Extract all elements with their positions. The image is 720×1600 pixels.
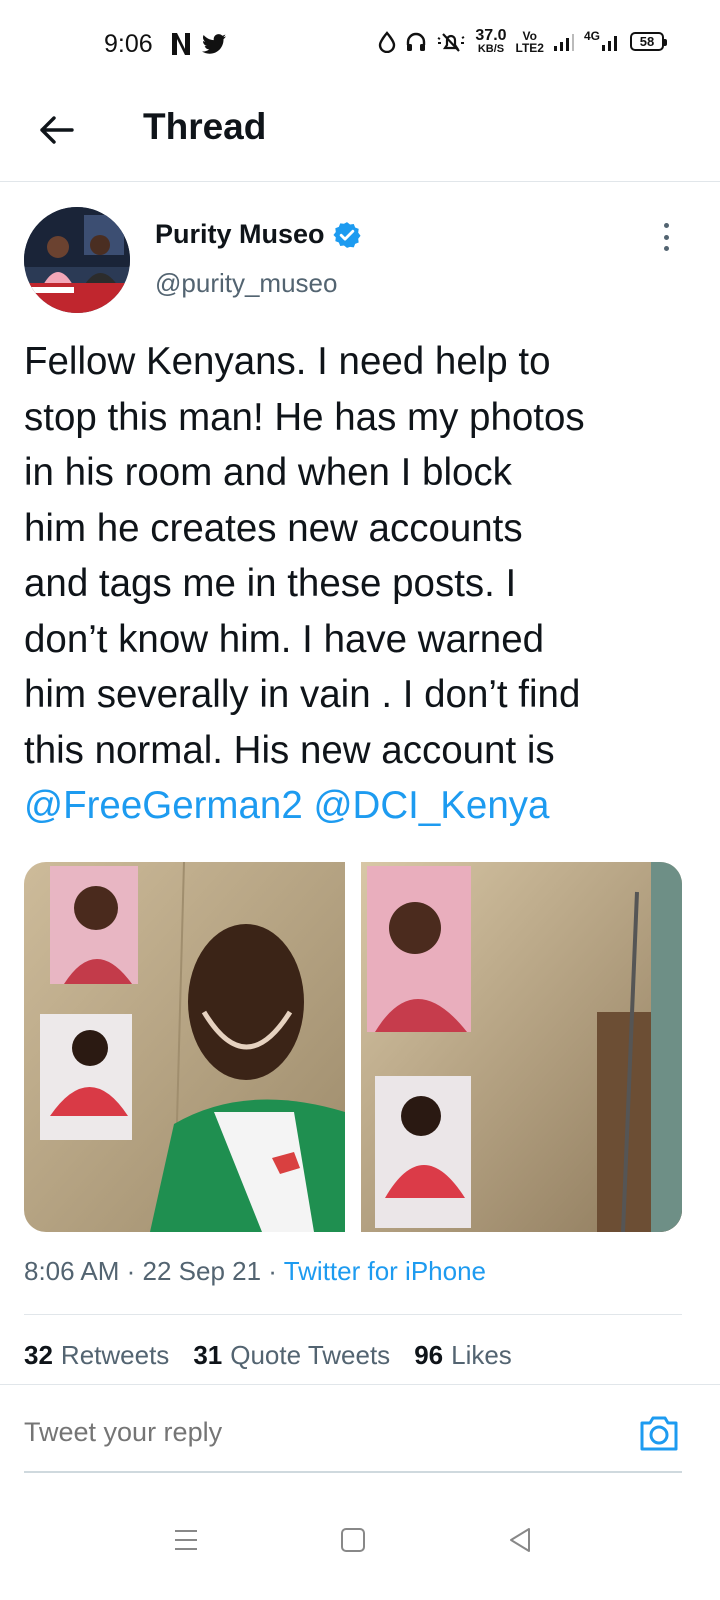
tweet-meta: 8:06 AM · 22 Sep 21 · Twitter for iPhone: [24, 1256, 486, 1287]
retweets-stat[interactable]: 32 Retweets: [24, 1340, 169, 1371]
mention-link[interactable]: @DCI_Kenya: [313, 784, 549, 827]
tweet-text-line: him he creates new accounts: [24, 506, 523, 550]
dot-icon: [663, 223, 669, 228]
menu-icon: [175, 1530, 197, 1550]
tweet-text-line: this normal. His new account is: [24, 728, 555, 772]
tweet-mentions-line: @FreeGerman2 @DCI_Kenya: [24, 778, 704, 834]
arrow-left-icon: [40, 116, 74, 144]
nav-home-button[interactable]: [333, 1520, 373, 1560]
tweet-stats: 32 Retweets 31 Quote Tweets 96 Likes: [24, 1340, 512, 1371]
reply-underline: [24, 1471, 682, 1473]
likes-count: 96: [414, 1340, 444, 1370]
retweets-label: Retweets: [60, 1340, 170, 1370]
triangle-back-icon: [510, 1528, 530, 1552]
tweet-text-line: in his room and when I block: [24, 451, 512, 494]
speed-value: 37.0: [475, 27, 507, 44]
volte-top: Vo: [522, 28, 537, 43]
drop-icon: [379, 30, 396, 53]
retweets-count: 32: [24, 1340, 53, 1370]
volte-indicator: Vo LTE2: [516, 30, 544, 54]
tweet-timestamp: 8:06 AM · 22 Sep 21 ·: [24, 1256, 284, 1286]
quotes-count: 31: [193, 1340, 223, 1370]
nav-back-button[interactable]: [500, 1520, 540, 1560]
tweet-text-line: him severally in vain . I don’t find: [24, 673, 581, 716]
nav-menu-button[interactable]: [166, 1520, 206, 1560]
mention-link[interactable]: @FreeGerman2: [24, 784, 303, 827]
volte-bottom: LTE2: [515, 40, 544, 55]
status-notification-icons: [170, 32, 226, 56]
battery-level: 58: [639, 34, 655, 49]
camera-icon: [640, 1416, 678, 1451]
thread-header: Thread: [0, 90, 720, 182]
home-square-icon: [341, 1528, 365, 1552]
avatar[interactable]: [24, 207, 130, 313]
dot-icon: [663, 234, 669, 240]
tweet-text: Fellow Kenyans. I need help to stop this…: [24, 334, 704, 834]
quotes-label: Quote Tweets: [230, 1340, 391, 1370]
speed-unit: KB/S: [477, 43, 505, 55]
verified-badge-icon: [332, 221, 361, 248]
photo-image: [361, 862, 682, 1232]
author-name-text: Purity Museo: [155, 219, 325, 249]
status-bar: 9:06 37.0 KB/S Vo LTE2 4G 58: [0, 0, 720, 90]
reply-input[interactable]: [24, 1417, 584, 1448]
tweet-text-line: and tags me in these posts. I: [24, 562, 517, 605]
network-type: 4G: [583, 28, 600, 43]
status-system-icons: 37.0 KB/S Vo LTE2 4G 58: [378, 28, 667, 55]
camera-button[interactable]: [638, 1413, 680, 1453]
netflix-icon: [172, 33, 190, 55]
photo-image: [24, 862, 345, 1232]
reply-bar: [0, 1384, 720, 1476]
back-button[interactable]: [36, 110, 76, 150]
system-nav-bar: [0, 1490, 720, 1600]
tweet-media: [24, 862, 682, 1232]
mute-bell-icon: [437, 32, 465, 52]
signal-icon-2: [602, 35, 617, 51]
status-time: 9:06: [104, 30, 153, 58]
quote-tweets-stat[interactable]: 31 Quote Tweets: [193, 1340, 390, 1371]
media-photo-2[interactable]: [361, 862, 682, 1232]
page-title: Thread: [143, 106, 267, 147]
likes-stat[interactable]: 96 Likes: [414, 1340, 512, 1371]
headphones-icon: [407, 32, 426, 51]
more-options-button[interactable]: [654, 221, 678, 253]
avatar-image: [24, 207, 130, 313]
tweet-text-line: don’t know him. I have warned: [24, 617, 545, 661]
twitter-icon: [202, 34, 226, 54]
author-name[interactable]: Purity Museo: [155, 219, 361, 250]
likes-label: Likes: [451, 1340, 512, 1370]
signal-icon: [553, 33, 574, 51]
battery-icon: 58: [630, 32, 667, 51]
dot-icon: [663, 246, 669, 251]
divider: [24, 1314, 682, 1315]
author-handle[interactable]: @purity_museo: [155, 268, 337, 299]
network-speed: 37.0 KB/S: [475, 28, 506, 55]
tweet-text-line: stop this man! He has my photos: [24, 395, 585, 439]
media-photo-1[interactable]: [24, 862, 345, 1232]
tweet-text-line: Fellow Kenyans. I need help to: [24, 340, 551, 383]
tweet-source-link[interactable]: Twitter for iPhone: [284, 1256, 486, 1286]
